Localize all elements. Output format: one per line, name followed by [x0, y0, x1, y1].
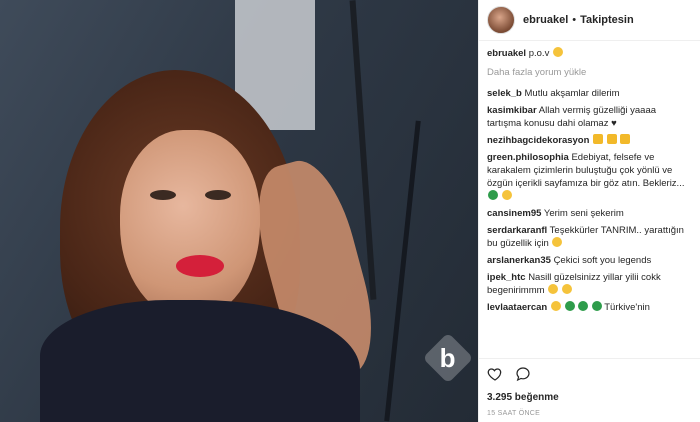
post-sidebar: ebruakel • Takiptesin ebruakel p.o.v Dah… — [478, 0, 700, 422]
avatar[interactable] — [487, 6, 515, 34]
comment-item: levlaataercan Türkive'nin — [487, 301, 692, 314]
comment-username[interactable]: levlaataercan — [487, 302, 547, 313]
smile-emoji-icon — [550, 301, 561, 311]
comment-icon[interactable] — [515, 366, 531, 382]
clover-emoji-icon — [488, 190, 498, 200]
heart-icon[interactable] — [487, 366, 503, 382]
comment-username[interactable]: serdarkaranfl — [487, 225, 547, 236]
comment-username[interactable]: green.philosophia — [487, 152, 569, 163]
comment-list: ebruakel p.o.v Daha fazla yorum yükle se… — [479, 41, 700, 314]
smile-emoji-icon — [548, 284, 559, 294]
caption-username[interactable]: ebruakel — [487, 48, 526, 59]
photo-face — [120, 130, 260, 320]
likes-count[interactable]: 3.295 beğenme — [487, 392, 559, 403]
thumbs-up-emoji-icon — [593, 134, 604, 144]
ok-hand-emoji-icon — [561, 284, 572, 294]
timestamp[interactable]: 15 SAAT ÖNCE — [487, 410, 540, 417]
smile-emoji-icon — [552, 237, 563, 247]
comment-text: Mutlu akşamlar dilerim — [524, 88, 620, 99]
post-photo[interactable]: b — [0, 0, 478, 422]
comment-item: kasimkibar Allah vermiş güzelliği yaaaa … — [487, 104, 692, 130]
sunglasses-emoji-icon — [591, 301, 602, 311]
thumbs-up-emoji-icon — [606, 134, 617, 144]
comment-username[interactable]: selek_b — [487, 88, 522, 99]
comment-item: green.philosophia Edebiyat, felsefe ve k… — [487, 151, 692, 203]
thumbs-up-emoji-icon — [620, 134, 631, 144]
smile-emoji-icon — [552, 47, 563, 57]
instagram-post: b ebruakel • Takiptesin ebruakel p.o.v D… — [0, 0, 700, 422]
sunglasses-emoji-icon — [564, 301, 575, 311]
comment-text: Türkive'nin — [604, 302, 650, 313]
comment-item: serdarkaranfl Teşekkürler TANRIM.. yarat… — [487, 224, 692, 250]
book-emoji-icon — [501, 190, 512, 200]
comment-username[interactable]: arslanerkan35 — [487, 255, 551, 266]
header-username[interactable]: ebruakel — [523, 14, 568, 26]
comment-item: cansinem95 Yerim seni şekerim — [487, 207, 692, 220]
caption: ebruakel p.o.v — [487, 47, 692, 60]
comment-text: Yerim seni şekerim — [543, 208, 624, 219]
comment-username[interactable]: kasimkibar — [487, 105, 537, 116]
follow-status[interactable]: Takiptesin — [580, 14, 634, 26]
caption-text: p.o.v — [528, 48, 550, 59]
comment-item: ipek_htc Nasill güzelsinizz yillar yilii… — [487, 271, 692, 297]
action-bar — [487, 366, 531, 382]
comment-username[interactable]: nezihbagcidekorasyon — [487, 135, 589, 146]
comment-username[interactable]: ipek_htc — [487, 272, 526, 283]
post-header: ebruakel • Takiptesin — [479, 0, 700, 41]
photo-lips — [176, 255, 224, 277]
comment-item: nezihbagcidekorasyon — [487, 134, 692, 147]
photo-eye-right — [205, 190, 231, 200]
comment-item: arslanerkan35 Çekici soft you legends — [487, 254, 692, 267]
comment-item: selek_b Mutlu akşamlar dilerim — [487, 87, 692, 100]
header-separator: • — [572, 14, 577, 26]
divider — [479, 358, 700, 359]
sunglasses-emoji-icon — [578, 301, 589, 311]
load-more-comments[interactable]: Daha fazla yorum yükle — [487, 66, 692, 79]
comment-text: Çekici soft you legends — [553, 255, 652, 266]
comment-username[interactable]: cansinem95 — [487, 208, 541, 219]
photo-eye-left — [150, 190, 176, 200]
